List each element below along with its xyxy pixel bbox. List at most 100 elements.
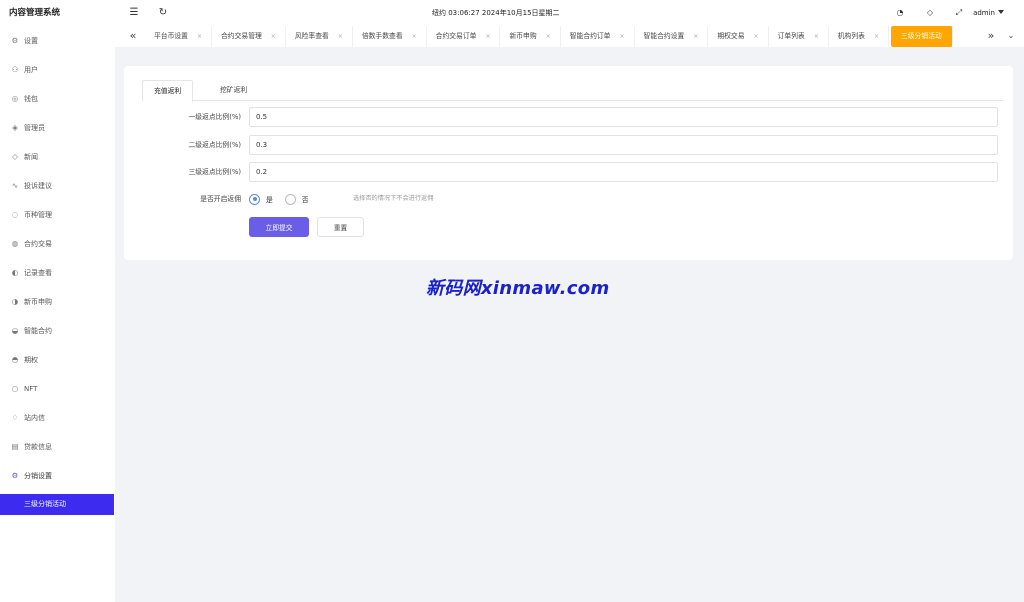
tag-icon[interactable]: ◇ xyxy=(923,6,937,20)
sidebar-item-label: 期权 xyxy=(24,356,38,364)
sidebar-item-label: NFT xyxy=(24,385,38,393)
tab-4[interactable]: 倍数手数查看 × xyxy=(353,26,427,47)
bell-icon: ♢ xyxy=(11,413,19,422)
sidebar-item-label: 站内信 xyxy=(24,414,45,422)
sidebar-item-11[interactable]: ◒ 智能合约 xyxy=(0,316,115,345)
subtab-recharge-rebate[interactable]: 充值返利 xyxy=(142,80,194,102)
tag-icon: ◇ xyxy=(12,152,18,161)
rebate-settings-card: 充值返利 挖矿返利 一级返点比例(%) 二级返点比例(%) 三级返点比例(%) … xyxy=(124,66,1013,260)
sidebar-item-label: 币种管理 xyxy=(24,211,52,219)
sidebar-item-16[interactable]: ⚙ 分销设置 xyxy=(0,461,115,490)
form-row-level1: 一级返点比例(%) xyxy=(124,107,1013,127)
sidebar-item-10[interactable]: ◑ 新币申购 xyxy=(0,287,115,316)
sidebar-item-8[interactable]: ◍ 合约交易 xyxy=(0,229,115,258)
close-icon[interactable]: × xyxy=(546,26,551,47)
level2-rate-input[interactable] xyxy=(249,135,998,155)
rebate-yes-radio[interactable]: 是 xyxy=(249,193,273,205)
tab-active-three-level-distribution[interactable]: 三级分销活动 xyxy=(890,26,953,47)
tab-10[interactable]: 订单列表 × xyxy=(769,26,829,47)
close-icon[interactable]: × xyxy=(619,26,624,47)
coin-icon: ◌ xyxy=(11,210,19,219)
sidebar-item-13[interactable]: ○ NFT xyxy=(0,374,115,403)
sidebar-item-6[interactable]: ∿ 投诉建议 xyxy=(0,171,115,200)
close-icon[interactable]: × xyxy=(412,26,417,47)
tab-5[interactable]: 合约交易订单 × xyxy=(427,26,501,47)
user-menu[interactable]: admin xyxy=(973,0,1004,26)
close-icon[interactable]: × xyxy=(271,26,276,47)
username: admin xyxy=(973,9,995,17)
submit-button[interactable]: 立即提交 xyxy=(249,217,309,237)
sidebar-item-label: 管理员 xyxy=(24,124,45,132)
close-icon[interactable]: × xyxy=(754,26,759,47)
theme-icon[interactable]: ◔ xyxy=(893,6,907,20)
sidebar-item-label: 分销设置 xyxy=(24,472,52,480)
tab-label: 订单列表 xyxy=(777,32,805,40)
tab-label: 倍数手数查看 xyxy=(361,32,403,40)
gear-icon: ⚙ xyxy=(11,36,19,45)
tab-3[interactable]: 风险率查看 × xyxy=(286,26,353,47)
rebate-yes-label: 是 xyxy=(266,196,273,204)
close-icon[interactable]: × xyxy=(485,26,490,47)
settings-active-icon: ⚙ xyxy=(11,471,19,480)
tab-8[interactable]: 智能合约设置 × xyxy=(635,26,709,47)
rebate-subtabs: 充值返利 挖矿返利 xyxy=(142,80,1003,102)
sidebar-item-3[interactable]: ◎ 钱包 xyxy=(0,84,115,113)
app-title: 内容管理系统 xyxy=(9,8,61,18)
tab-11[interactable]: 机构列表 × xyxy=(829,26,889,47)
level1-rate-input[interactable] xyxy=(249,107,998,127)
tab-7[interactable]: 智能合约订单 × xyxy=(561,26,635,47)
sidebar-item-12[interactable]: ◓ 期权 xyxy=(0,345,115,374)
sidebar-item-15[interactable]: ▤ 贷款信息 xyxy=(0,432,115,461)
close-icon[interactable]: × xyxy=(874,26,879,47)
sidebar-item-14[interactable]: ♢ 站内信 xyxy=(0,403,115,432)
tab-label: 智能合约设置 xyxy=(643,32,685,40)
subtab-mining-rebate[interactable]: 挖矿返利 xyxy=(209,80,258,101)
tab-9[interactable]: 期权交易 × xyxy=(708,26,769,47)
tab-label: 平台币设置 xyxy=(154,32,188,40)
tab-1[interactable]: 平台币设置 × xyxy=(145,26,213,47)
sidebar-item-5[interactable]: ◇ 新闻 xyxy=(0,142,115,171)
tabs-scroll-left-icon[interactable]: « xyxy=(126,29,140,43)
tab-label: 智能合约订单 xyxy=(569,32,611,40)
reset-button[interactable]: 重置 xyxy=(317,217,364,237)
sidebar-item-label: 贷款信息 xyxy=(24,443,52,451)
tabs-list: 平台币设置 × 合约交易管理 × 风险率查看 × 倍数手数查看 × 合约交易订单 × 新币申购 × 智能… xyxy=(145,26,953,47)
nft-icon: ○ xyxy=(11,384,19,393)
sidebar-item-1[interactable]: ⚙ 设置 xyxy=(0,26,115,55)
close-icon[interactable]: × xyxy=(338,26,343,47)
close-icon[interactable]: × xyxy=(693,26,698,47)
contract-icon: ◒ xyxy=(11,326,19,335)
tab-label: 合约交易订单 xyxy=(435,32,477,40)
sidebar-subitem-three-level-distribution[interactable]: 三级分销活动 xyxy=(0,494,114,515)
sidebar-item-2[interactable]: ⚇ 用户 xyxy=(0,55,115,84)
rebate-no-radio[interactable]: 否 xyxy=(284,193,309,205)
radio-unchecked-icon xyxy=(284,193,296,205)
tab-label: 新币申购 xyxy=(509,32,537,40)
tab-6[interactable]: 新币申购 × xyxy=(500,26,561,47)
rebate-hint: 选择否的情况下不会进行返佣 xyxy=(353,195,434,202)
close-icon[interactable]: × xyxy=(814,26,819,47)
tab-2[interactable]: 合约交易管理 × xyxy=(212,26,286,47)
rebate-radio-group: 是 否 xyxy=(249,189,321,209)
form-row-level2: 二级返点比例(%) xyxy=(124,135,1013,155)
level1-label: 一级返点比例(%) xyxy=(188,113,241,121)
option-icon: ◓ xyxy=(11,355,19,364)
sidebar-item-label: 新币申购 xyxy=(24,298,52,306)
level3-rate-input[interactable] xyxy=(249,162,998,182)
sidebar-item-9[interactable]: ◐ 记录查看 xyxy=(0,258,115,287)
tabs-dropdown-icon[interactable]: ⌄ xyxy=(1004,29,1018,43)
sidebar-item-4[interactable]: ◈ 管理员 xyxy=(0,113,115,142)
level3-label: 三级返点比例(%) xyxy=(188,168,241,176)
refresh-icon[interactable]: ↻ xyxy=(156,6,170,20)
rebate-no-label: 否 xyxy=(301,196,309,204)
close-icon[interactable]: × xyxy=(197,26,202,47)
tabs-bar: « 平台币设置 × 合约交易管理 × 风险率查看 × 倍数手数查看 × 合约交易订单 × 新币申购 ×… xyxy=(115,26,1024,47)
tabs-scroll-right-icon[interactable]: » xyxy=(984,29,998,43)
sidebar-item-label: 设置 xyxy=(24,37,38,45)
menu-toggle-icon[interactable]: ☰ xyxy=(127,6,141,20)
wallet-icon: ◎ xyxy=(11,94,19,103)
record-icon: ◐ xyxy=(11,268,19,277)
sidebar-item-7[interactable]: ◌ 币种管理 xyxy=(0,200,115,229)
fullscreen-icon[interactable]: ⤢ xyxy=(952,6,966,20)
user-icon: ⚇ xyxy=(11,65,19,74)
